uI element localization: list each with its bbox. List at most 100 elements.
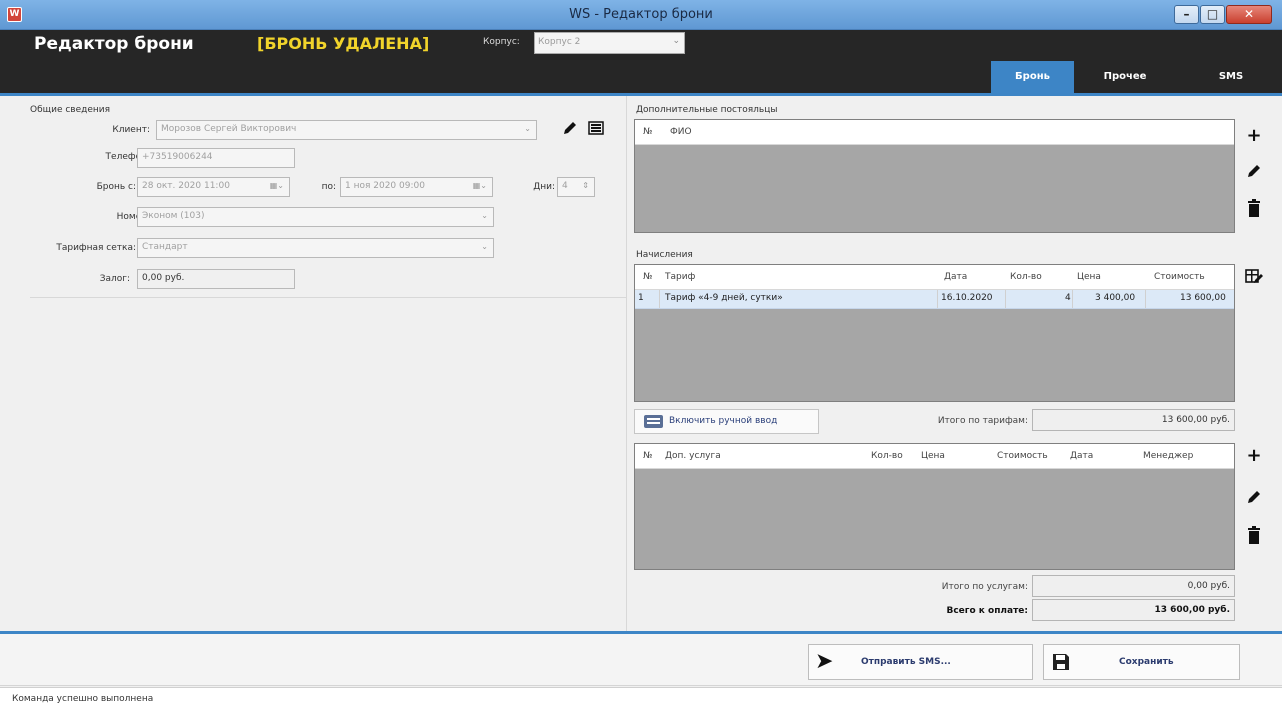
page-title: Редактор брони: [34, 34, 194, 54]
tab-sms[interactable]: SMS: [1196, 61, 1266, 93]
col-price: Цена: [1077, 272, 1101, 282]
send-sms-button[interactable]: ➤ Отправить SMS...: [808, 644, 1033, 680]
guests-title: Дополнительные постояльцы: [636, 105, 778, 115]
col-date: Дата: [1070, 451, 1094, 461]
booking-from-value: 28 окт. 2020 11:00: [142, 181, 230, 191]
korpus-label: Корпус:: [483, 37, 520, 47]
col-number: №: [643, 272, 653, 282]
chevron-down-icon: ⌄: [524, 124, 531, 133]
grand-total-label: Всего к оплате:: [946, 606, 1028, 616]
charges-title: Начисления: [636, 250, 693, 260]
deposit-label: Залог:: [99, 274, 130, 284]
table-row[interactable]: 1 Тариф «4-9 дней, сутки» 16.10.2020 4 3…: [635, 290, 1234, 309]
days-value: 4: [562, 181, 568, 191]
col-cost: Стоимость: [1154, 272, 1205, 282]
cell-tariff: Тариф «4-9 дней, сутки»: [665, 293, 783, 303]
phone-label: Телефон:: [105, 152, 150, 162]
client-value: Морозов Сергей Викторович: [161, 124, 297, 134]
delete-guest-button[interactable]: [1243, 195, 1265, 221]
client-list-icon[interactable]: [586, 120, 606, 140]
room-value: Эконом (103): [142, 211, 205, 221]
cell-date: 16.10.2020: [941, 293, 993, 303]
keyboard-icon: [644, 415, 663, 428]
save-label: Сохранить: [1119, 657, 1174, 667]
tab-bron[interactable]: Бронь: [991, 61, 1074, 93]
add-guest-button[interactable]: +: [1243, 123, 1265, 149]
cell-number: 1: [638, 293, 644, 303]
status-bar: Команда успешно выполнена: [0, 687, 1282, 711]
general-group-title: Общие сведения: [30, 105, 111, 115]
col-price: Цена: [921, 451, 945, 461]
korpus-value: Корпус 2: [538, 37, 581, 47]
col-date: Дата: [944, 272, 968, 282]
edit-client-icon[interactable]: [560, 120, 580, 140]
deposit-field[interactable]: 0,00 руб.: [137, 269, 295, 289]
col-number: №: [643, 127, 653, 137]
edit-service-button[interactable]: [1243, 484, 1265, 510]
services-table-header: № Доп. услуга Кол-во Цена Стоимость Дата…: [635, 444, 1234, 469]
tab-prochee[interactable]: Прочее: [1088, 61, 1162, 93]
minimize-button[interactable]: –: [1174, 5, 1199, 24]
room-label: Номер:: [116, 212, 150, 222]
col-number: №: [643, 451, 653, 461]
title-bar: W WS - Редактор брони – □ ✕: [0, 0, 1282, 30]
send-sms-label: Отправить SMS...: [861, 657, 951, 667]
cell-qty: 4: [1065, 293, 1071, 303]
booking-to-field[interactable]: 1 ноя 2020 09:00 ▦⌄: [340, 177, 493, 197]
guests-table[interactable]: № ФИО: [634, 119, 1235, 233]
booking-to-value: 1 ноя 2020 09:00: [345, 181, 425, 191]
tariff-grid-value: Стандарт: [142, 242, 188, 252]
tariff-grid-select[interactable]: Стандарт ⌄: [137, 238, 494, 258]
tariff-total-field: 13 600,00 руб.: [1032, 409, 1235, 431]
status-badge: [БРОНЬ УДАЛЕНА]: [257, 34, 430, 53]
charges-table-header: № Тариф Дата Кол-во Цена Стоимость: [635, 265, 1234, 290]
cell-price: 3 400,00: [1095, 293, 1136, 303]
services-total-label: Итого по услугам:: [941, 582, 1028, 592]
room-select[interactable]: Эконом (103) ⌄: [137, 207, 494, 227]
close-button[interactable]: ✕: [1226, 5, 1272, 24]
charges-table[interactable]: № Тариф Дата Кол-во Цена Стоимость 1 Тар…: [634, 264, 1235, 402]
services-total-field: 0,00 руб.: [1032, 575, 1235, 597]
edit-guest-button[interactable]: [1243, 158, 1265, 184]
client-label: Клиент:: [112, 125, 150, 135]
booking-from-label: Бронь с:: [96, 182, 136, 192]
phone-field[interactable]: +73519006244: [137, 148, 295, 168]
calendar-icon[interactable]: ▦⌄: [473, 181, 487, 190]
col-manager: Менеджер: [1143, 451, 1194, 461]
col-qty: Кол-во: [1010, 272, 1042, 282]
manual-input-button[interactable]: Включить ручной ввод: [634, 409, 819, 434]
booking-to-label: по:: [321, 182, 336, 192]
calendar-icon[interactable]: ▦⌄: [270, 181, 284, 190]
services-table[interactable]: № Доп. услуга Кол-во Цена Стоимость Дата…: [634, 443, 1235, 570]
client-select[interactable]: Морозов Сергей Викторович ⌄: [156, 120, 537, 140]
tariff-grid-label: Тарифная сетка:: [56, 243, 136, 253]
chevron-down-icon: ⌄: [672, 36, 680, 46]
maximize-button[interactable]: □: [1200, 5, 1225, 24]
col-service: Доп. услуга: [665, 451, 721, 461]
divider: [1005, 290, 1006, 308]
divider: [937, 290, 938, 308]
divider: [1072, 290, 1073, 308]
divider: [659, 290, 660, 308]
manual-input-label: Включить ручной ввод: [669, 416, 778, 426]
chevron-down-icon: ⌄: [481, 211, 488, 220]
booking-from-field[interactable]: 28 окт. 2020 11:00 ▦⌄: [137, 177, 290, 197]
col-tariff: Тариф: [665, 272, 696, 282]
guests-table-header: № ФИО: [635, 120, 1234, 145]
chevron-down-icon: ⌄: [481, 242, 488, 251]
save-button[interactable]: Сохранить: [1043, 644, 1240, 680]
tariff-total-label: Итого по тарифам:: [937, 416, 1028, 426]
col-qty: Кол-во: [871, 451, 903, 461]
grand-total-field: 13 600,00 руб.: [1032, 599, 1235, 621]
add-service-button[interactable]: +: [1243, 443, 1265, 469]
panel-splitter: [626, 96, 627, 631]
header-divider: [0, 93, 1282, 96]
cell-cost: 13 600,00: [1180, 293, 1226, 303]
spin-icon[interactable]: ⇕: [582, 181, 589, 190]
days-label: Дни:: [533, 182, 555, 192]
delete-service-button[interactable]: [1243, 522, 1265, 548]
send-icon: ➤: [815, 649, 834, 674]
edit-charges-icon[interactable]: [1243, 264, 1265, 290]
korpus-select[interactable]: Корпус 2 ⌄: [534, 32, 685, 54]
days-stepper[interactable]: 4 ⇕: [557, 177, 595, 197]
